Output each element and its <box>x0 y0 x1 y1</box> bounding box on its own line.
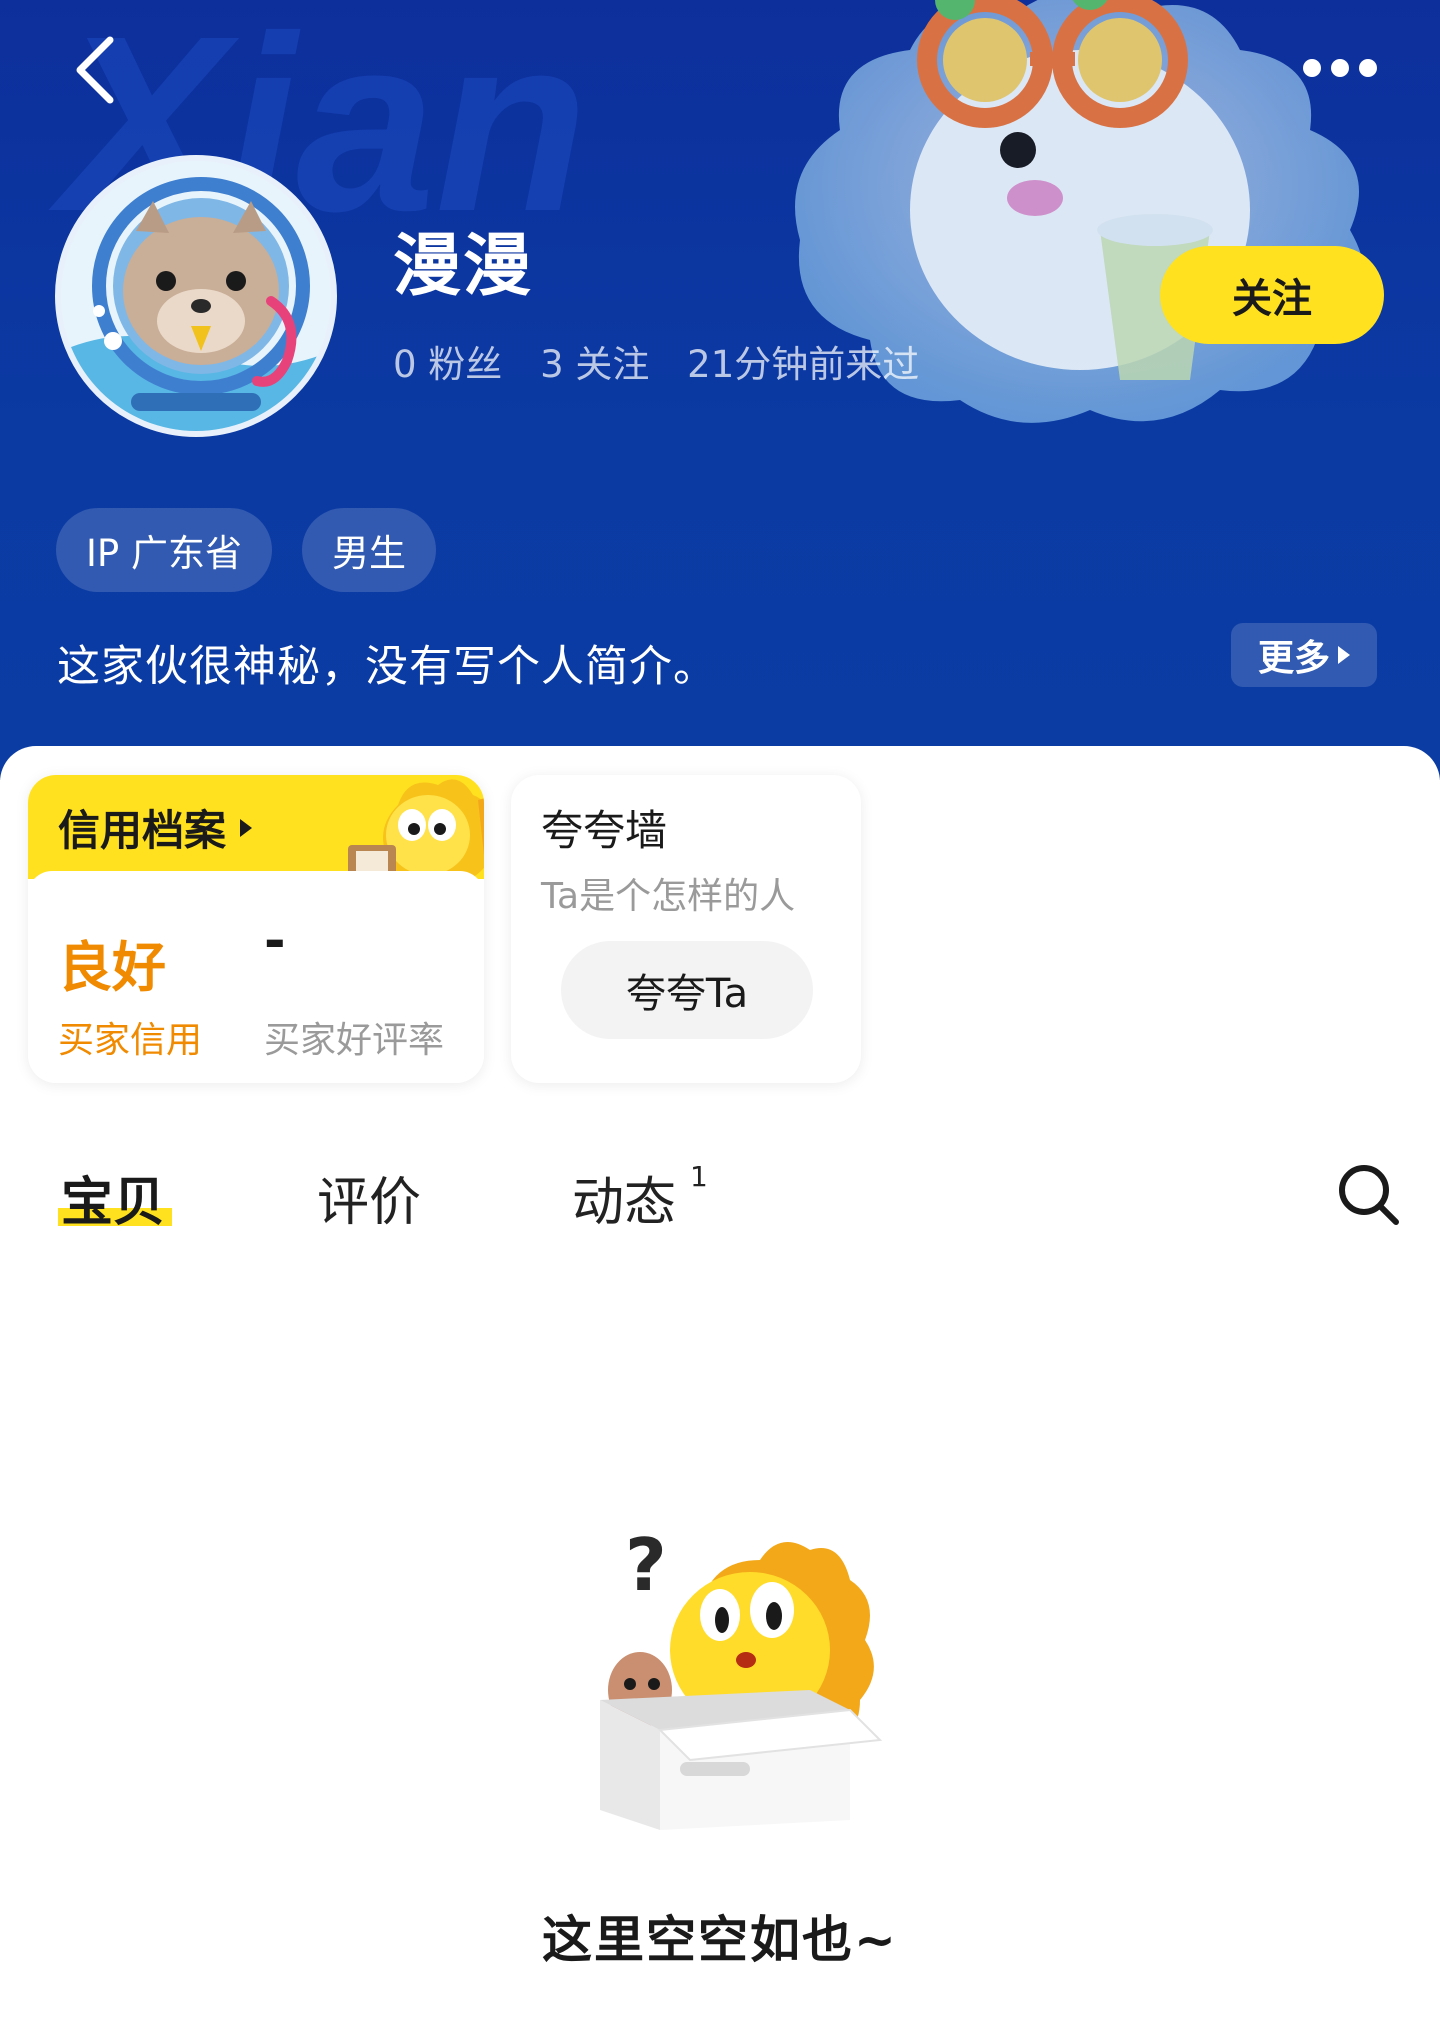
fans-count[interactable]: 0 粉丝 <box>393 343 502 386</box>
last-seen: 21分钟前来过 <box>687 343 920 386</box>
username: 漫漫 <box>393 227 534 306</box>
bio-text: 这家伙很神秘，没有写个人简介。 <box>57 642 717 692</box>
search-icon <box>1339 1165 1399 1225</box>
credit-card-title: 信用档案 <box>58 797 253 858</box>
buyer-rating-value: - <box>264 911 286 971</box>
bio-more-label: 更多 <box>1257 638 1330 679</box>
profile-stats: 0 粉丝 3 关注 21分钟前来过 <box>393 334 945 388</box>
triangle-right-icon <box>1338 646 1350 664</box>
more-dots-icon <box>1303 59 1377 77</box>
following-count[interactable]: 3 关注 <box>540 343 649 386</box>
tab-goods-label: 宝贝 <box>61 1173 166 1233</box>
tab-reviews[interactable]: 评价 <box>317 1160 421 1235</box>
mascot-clipboard-icon <box>348 779 484 881</box>
bio-more-button[interactable]: 更多 <box>1231 623 1377 687</box>
credit-profile-card[interactable]: 信用档案 良好 买家信用 - 买家好评率 <box>28 775 484 1083</box>
back-button[interactable] <box>62 28 134 112</box>
svg-text:?: ? <box>625 1523 667 1607</box>
gender-tag: 男生 <box>302 508 436 592</box>
buyer-credit-label: 买家信用 <box>58 1020 203 1061</box>
chevron-left-icon <box>76 36 114 104</box>
praise-wall-title: 夸夸墙 <box>541 806 668 855</box>
search-button[interactable] <box>1336 1162 1402 1228</box>
follow-button[interactable]: 关注 <box>1160 246 1384 344</box>
triangle-right-icon <box>240 818 253 837</box>
credit-card-header: 信用档案 <box>28 775 484 881</box>
empty-state-text: 这里空空如也~ <box>542 1911 898 1969</box>
avatar-image <box>61 161 331 431</box>
tab-goods[interactable]: 宝贝 <box>61 1160 165 1235</box>
praise-wall-subtitle: Ta是个怎样的人 <box>541 876 796 917</box>
credit-card-body: 良好 买家信用 - 买家好评率 <box>28 871 484 1083</box>
profile-header: Xian 漫漫 0 粉丝 3 关注 21分钟前来过 关注 IP 广东省 男生 这… <box>0 0 1440 780</box>
praise-button[interactable]: 夸夸Ta <box>561 941 813 1039</box>
empty-box-mascot-illustration: ? <box>600 1523 883 1830</box>
ip-location-tag: IP 广东省 <box>56 508 272 592</box>
tab-moments[interactable]: 动态 <box>572 1160 676 1235</box>
praise-wall-card[interactable]: 夸夸墙 Ta是个怎样的人 夸夸Ta <box>511 775 861 1083</box>
credit-title-label: 信用档案 <box>58 806 227 855</box>
buyer-credit-level: 良好 <box>58 936 166 999</box>
more-options-button[interactable] <box>1296 50 1388 86</box>
moments-count-badge: 1 <box>690 1160 708 1193</box>
buyer-rating-label: 买家好评率 <box>264 1020 445 1061</box>
avatar[interactable] <box>55 155 337 437</box>
